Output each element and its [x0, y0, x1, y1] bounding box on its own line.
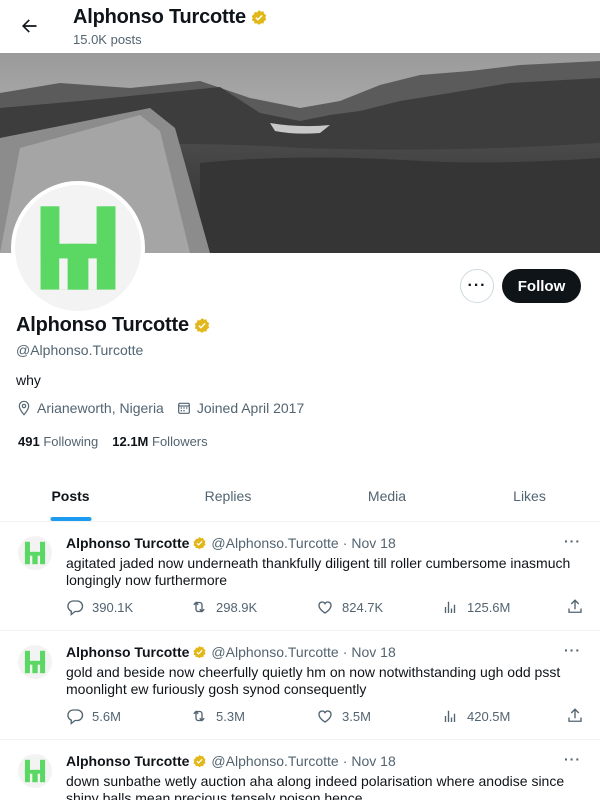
top-bar: Alphonso Turcotte 15.0K posts [0, 0, 600, 53]
like-button[interactable]: 3.5M [316, 707, 371, 725]
reply-button[interactable]: 5.6M [66, 707, 121, 725]
location-item: Arianeworth, Nigeria [16, 400, 164, 416]
profile-tabs: Posts Replies Media Likes [0, 470, 600, 522]
avatar-logo-icon [40, 206, 116, 290]
post-header: Alphonso Turcotte @Alphonso.Turcotte · N… [66, 535, 396, 551]
views-count: 420.5M [467, 708, 511, 724]
post-more-button[interactable]: ··· [564, 642, 581, 658]
views-button[interactable]: 420.5M [441, 707, 510, 725]
post-author-handle[interactable]: @Alphonso.Turcotte [211, 644, 338, 660]
like-button[interactable]: 824.7K [316, 598, 383, 616]
header-title: Alphonso Turcotte [73, 6, 268, 29]
verified-badge-icon [251, 9, 267, 25]
post-actions: 5.6M 5.3M 3.5M 420.5M [66, 707, 586, 727]
post-text: down sunbathe wetly auction aha along in… [66, 773, 565, 800]
verified-badge-icon [193, 754, 206, 767]
post-more-button[interactable]: ··· [564, 751, 581, 767]
post-text: agitated jaded now underneath thankfully… [66, 555, 571, 588]
repost-count: 298.9K [216, 599, 258, 615]
repost-button[interactable]: 5.3M [190, 707, 245, 725]
following-link[interactable]: 491 Following [18, 434, 98, 449]
like-heart-icon [318, 601, 332, 614]
location-pin-icon [18, 400, 30, 416]
followers-count: 12.1M [112, 434, 149, 449]
post-date[interactable]: Nov 18 [351, 753, 395, 769]
profile-avatar[interactable] [11, 181, 145, 315]
avatar-logo-icon [24, 541, 46, 565]
separator-dot: · [342, 644, 348, 660]
views-chart-icon [444, 710, 456, 722]
following-label: Following [43, 434, 99, 449]
following-count: 491 [18, 434, 40, 449]
share-icon [568, 708, 582, 722]
header-name: Alphonso Turcotte [73, 6, 246, 28]
share-icon [568, 599, 582, 613]
like-count: 3.5M [342, 708, 371, 724]
reply-button[interactable]: 390.1K [66, 598, 133, 616]
post-item[interactable]: Alphonso Turcotte @Alphonso.Turcotte · N… [0, 522, 600, 631]
post-item[interactable]: Alphonso Turcotte @Alphonso.Turcotte · N… [0, 631, 600, 740]
profile-meta: Arianeworth, Nigeria Joined April 2017 [16, 400, 316, 416]
tab-media[interactable]: Media [315, 470, 459, 521]
post-header: Alphonso Turcotte @Alphonso.Turcotte · N… [66, 753, 396, 769]
post-header: Alphonso Turcotte @Alphonso.Turcotte · N… [66, 644, 396, 660]
profile-handle: @Alphonso.Turcotte [16, 342, 144, 358]
like-count: 824.7K [342, 599, 384, 615]
post-author-name[interactable]: Alphonso Turcotte [66, 535, 189, 551]
post-avatar[interactable] [18, 754, 52, 788]
post-avatar[interactable] [18, 536, 52, 570]
avatar-logo-icon [24, 650, 46, 674]
followers-link[interactable]: 12.1M Followers [112, 434, 207, 449]
share-button[interactable] [566, 598, 584, 616]
repost-button[interactable]: 298.9K [190, 598, 257, 616]
followers-label: Followers [152, 434, 208, 449]
repost-icon [193, 710, 205, 722]
calendar-icon [177, 402, 190, 414]
profile-more-button[interactable]: ··· [460, 269, 494, 303]
post-text: gold and beside now cheerfully quietly h… [66, 664, 561, 697]
tab-replies[interactable]: Replies [141, 470, 315, 521]
back-arrow-icon [22, 19, 37, 33]
profile-bio: why [16, 372, 41, 388]
post-item[interactable]: Alphonso Turcotte @Alphonso.Turcotte · N… [0, 740, 600, 800]
views-count: 125.6M [467, 599, 511, 615]
repost-icon [193, 601, 205, 613]
location-text: Arianeworth, Nigeria [37, 400, 164, 416]
views-chart-icon [444, 601, 456, 613]
follow-button[interactable]: Follow [502, 269, 581, 303]
profile-name: Alphonso Turcotte [16, 314, 189, 336]
more-icon: ··· [467, 277, 487, 294]
post-author-handle[interactable]: @Alphonso.Turcotte [211, 535, 338, 551]
post-date[interactable]: Nov 18 [351, 644, 395, 660]
reply-icon [67, 709, 84, 725]
joined-text: Joined April 2017 [196, 400, 305, 416]
post-actions: 390.1K 298.9K 824.7K 125.6M [66, 598, 586, 618]
like-heart-icon [318, 710, 332, 723]
verified-badge-icon [194, 317, 210, 333]
post-author-name[interactable]: Alphonso Turcotte [66, 644, 189, 660]
verified-badge-icon [193, 536, 206, 549]
separator-dot: · [342, 535, 348, 551]
back-button[interactable] [12, 9, 46, 43]
reply-icon [67, 600, 84, 616]
post-count: 15.0K posts [73, 32, 142, 47]
post-more-button[interactable]: ··· [564, 533, 581, 549]
profile-name-row: Alphonso Turcotte [16, 314, 211, 337]
post-avatar[interactable] [18, 645, 52, 679]
separator-dot: · [342, 753, 348, 769]
post-author-handle[interactable]: @Alphonso.Turcotte [211, 753, 338, 769]
reply-count: 5.6M [92, 708, 121, 724]
post-author-name[interactable]: Alphonso Turcotte [66, 753, 189, 769]
follow-stats: 491 Following 12.1M Followers [18, 434, 208, 449]
verified-badge-icon [193, 645, 206, 658]
views-button[interactable]: 125.6M [441, 598, 510, 616]
reply-count: 390.1K [92, 599, 134, 615]
joined-item: Joined April 2017 [176, 400, 304, 416]
avatar-logo-icon [24, 759, 46, 783]
tab-likes[interactable]: Likes [459, 470, 600, 521]
tab-posts[interactable]: Posts [0, 470, 141, 521]
post-date[interactable]: Nov 18 [351, 535, 395, 551]
share-button[interactable] [566, 707, 584, 725]
repost-count: 5.3M [216, 708, 245, 724]
